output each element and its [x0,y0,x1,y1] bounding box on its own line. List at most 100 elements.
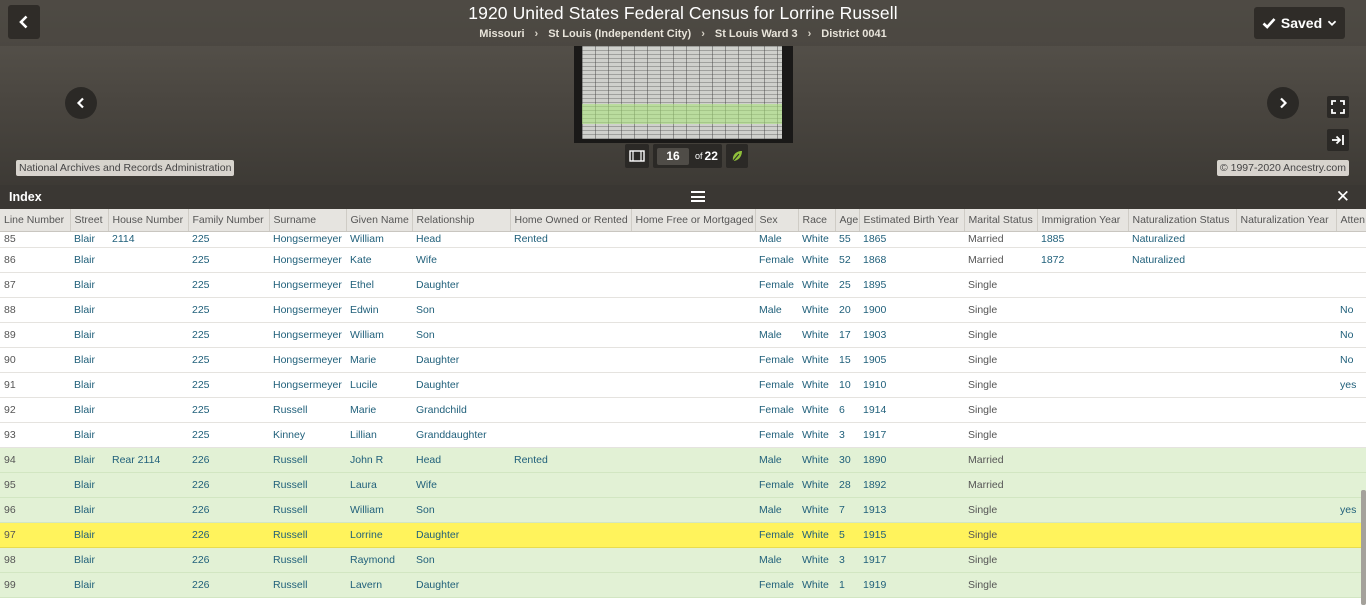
table-row[interactable]: 87 Blair 225 Hongsermeyer Ethel Daughter Femal… [0,272,1366,298]
cell-home-owned [510,247,631,273]
column-header-home-free[interactable]: Home Free or Mortgaged [631,209,756,232]
panel-toggle-button[interactable] [1327,129,1349,151]
column-header-birth-year[interactable]: Estimated Birth Year [859,209,965,232]
cell-naturalization-status: Naturalized [1128,247,1236,273]
breadcrumb-separator-icon: › [534,28,539,40]
column-header-line-number[interactable]: Line Number [0,209,71,232]
column-header-naturalization-year[interactable]: Naturalization Year [1236,209,1337,232]
column-header-relationship[interactable]: Relationship [412,209,511,232]
column-header-house-number[interactable]: House Number [108,209,189,232]
cell-naturalization-year [1236,322,1336,348]
cell-birth-year: 1919 [859,572,964,598]
chevron-right-icon [1280,97,1288,109]
cell-naturalization-year [1236,472,1336,498]
cell-sex: Female [755,272,798,298]
cell-immigration-year [1037,472,1128,498]
cell-house-number [108,522,188,548]
column-header-street[interactable]: Street [70,209,109,232]
column-header-sex[interactable]: Sex [755,209,799,232]
next-image-button[interactable] [1267,87,1299,119]
cell-given-name: Kate [346,247,412,273]
column-header-race[interactable]: Race [798,209,836,232]
close-icon[interactable]: ✕ [1336,188,1350,206]
saved-button[interactable]: Saved [1254,7,1345,39]
image-viewer[interactable]: 1920 United States Federal Census for Lo… [0,0,1366,185]
cell-birth-year: 1917 [859,422,964,448]
cell-naturalization-status [1128,547,1236,573]
table-row[interactable]: 91 Blair 225 Hongsermeyer Lucile Daughter Fema… [0,372,1366,398]
column-header-attended-school[interactable]: Atten [1336,209,1366,232]
cell-marital-status: Married [964,447,1037,473]
column-header-naturalization-status[interactable]: Naturalization Status [1128,209,1237,232]
cell-home-owned [510,472,631,498]
cell-marital-status: Single [964,322,1037,348]
cell-relationship: Son [412,547,510,573]
table-row-selected[interactable]: 97 Blair 226 Russell Lorrine Daughter Female Wh… [0,522,1366,548]
breadcrumb-ward[interactable]: St Louis Ward 3 [715,28,798,40]
table-row[interactable]: 92 Blair 225 Russell Marie Grandchild Female Wh… [0,397,1366,423]
cell-age: 55 [835,231,859,248]
cell-home-owned: Rented [510,231,631,248]
column-header-surname[interactable]: Surname [269,209,347,232]
cell-family-number: 226 [188,547,269,573]
source-label: National Archives and Records Administra… [16,160,235,176]
cell-marital-status: Married [964,472,1037,498]
cell-immigration-year [1037,322,1128,348]
table-row[interactable]: 96 Blair 226 Russell William Son Male White 7 191… [0,497,1366,523]
table-row[interactable]: 94 Blair Rear 2114 226 Russell John R Head Rent… [0,447,1366,473]
table-row[interactable]: 85 Blair 2114 225 Hongsermeyer William Head Ren… [0,231,1366,248]
cell-race: White [798,547,835,573]
cell-given-name: Marie [346,347,412,373]
page-number-input[interactable]: 16 [657,147,689,165]
cell-house-number [108,397,188,423]
filmstrip-button[interactable] [625,144,649,168]
cell-line-number: 92 [0,397,70,423]
table-row[interactable]: 95 Blair 226 Russell Laura Wife Female White 28 1… [0,472,1366,498]
breadcrumb-city[interactable]: St Louis (Independent City) [548,28,691,40]
hamburger-icon[interactable] [691,191,705,202]
cell-naturalization-status [1128,372,1236,398]
cell-home-free [631,347,755,373]
cell-relationship: Granddaughter [412,422,510,448]
cell-line-number: 86 [0,247,70,273]
hints-button[interactable] [725,144,748,168]
breadcrumb-district[interactable]: District 0041 [821,28,886,40]
column-header-marital-status[interactable]: Marital Status [964,209,1038,232]
previous-image-button[interactable] [65,87,97,119]
table-row[interactable]: 89 Blair 225 Hongsermeyer William Son Male Whit… [0,322,1366,348]
cell-age: 5 [835,522,859,548]
cell-line-number: 96 [0,497,70,523]
cell-given-name: William [346,322,412,348]
cell-marital-status: Single [964,272,1037,298]
cell-sex: Female [755,572,798,598]
cell-race: White [798,231,835,248]
table-scrollbar[interactable] [1361,490,1366,605]
fullscreen-button[interactable] [1327,96,1349,118]
cell-race: White [798,472,835,498]
cell-relationship: Daughter [412,347,510,373]
table-row[interactable]: 88 Blair 225 Hongsermeyer Edwin Son Male White 2… [0,297,1366,323]
cell-attended-school [1336,397,1366,423]
table-row[interactable]: 99 Blair 226 Russell Lavern Daughter Female Whi… [0,572,1366,598]
cell-race: White [798,372,835,398]
cell-home-free [631,397,755,423]
column-header-family-number[interactable]: Family Number [188,209,270,232]
cell-birth-year: 1890 [859,447,964,473]
table-row[interactable]: 98 Blair 226 Russell Raymond Son Male White 3 191… [0,547,1366,573]
cell-street: Blair [70,272,108,298]
column-header-immigration-year[interactable]: Immigration Year [1037,209,1129,232]
census-image-thumbnail[interactable] [574,46,793,143]
cell-race: White [798,347,835,373]
cell-home-free [631,297,755,323]
column-header-age[interactable]: Age [835,209,860,232]
cell-home-free [631,447,755,473]
table-row[interactable]: 93 Blair 225 Kinney Lillian Granddaughter Fema… [0,422,1366,448]
table-row[interactable]: 86 Blair 225 Hongsermeyer Kate Wife Female Whit… [0,247,1366,273]
cell-sex: Female [755,397,798,423]
table-row[interactable]: 90 Blair 225 Hongsermeyer Marie Daughter Femal… [0,347,1366,373]
cell-given-name: Raymond [346,547,412,573]
column-header-home-owned[interactable]: Home Owned or Rented [510,209,632,232]
column-header-given-name[interactable]: Given Name [346,209,413,232]
cell-race: White [798,247,835,273]
breadcrumb-state[interactable]: Missouri [479,28,524,40]
